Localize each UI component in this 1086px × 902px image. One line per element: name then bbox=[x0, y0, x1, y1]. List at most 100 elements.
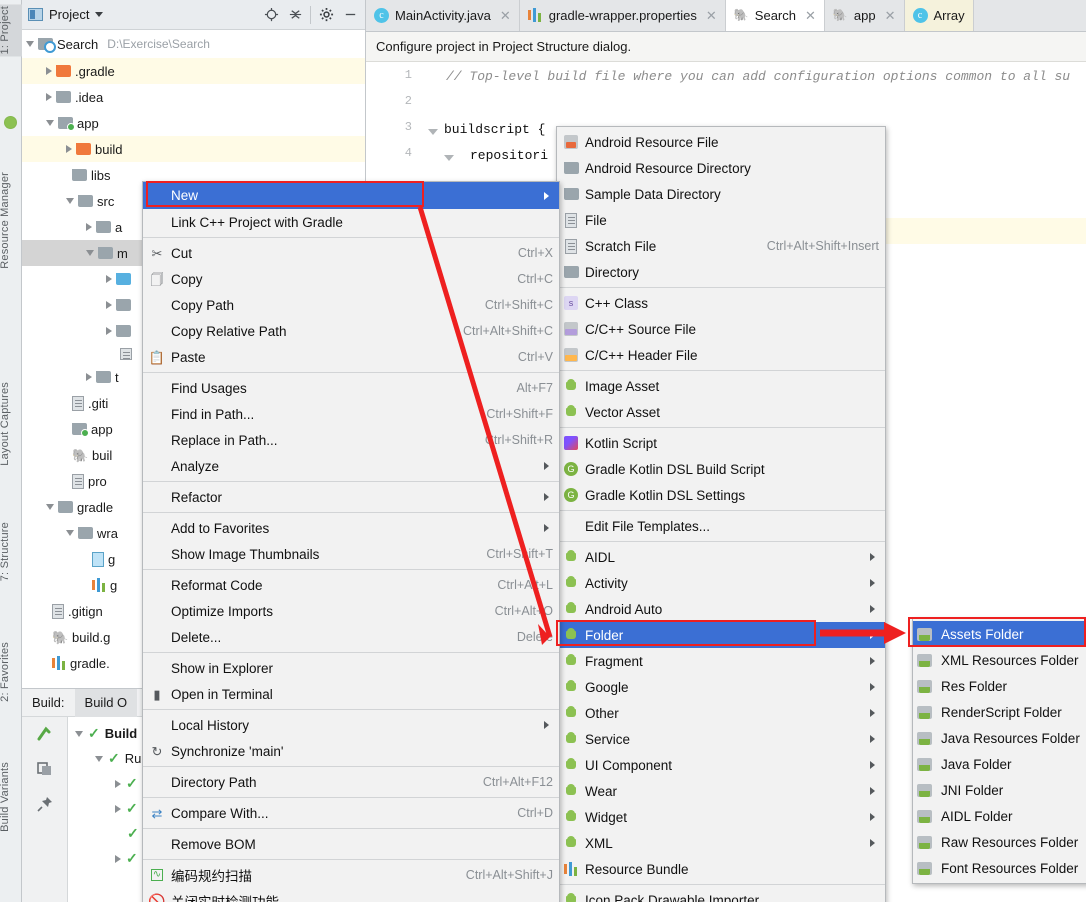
menu-item-wear[interactable]: Wear bbox=[557, 778, 885, 804]
menu-item-copy-relative-path[interactable]: Copy Relative Path Ctrl+Alt+Shift+C bbox=[143, 318, 559, 344]
menu-item-add-to-favorites[interactable]: Add to Favorites bbox=[143, 515, 559, 541]
menu-item-link-cpp-project-with-gradle[interactable]: Link C++ Project with Gradle bbox=[143, 209, 559, 235]
menu-item-aidl[interactable]: AIDL bbox=[557, 544, 885, 570]
menu-item-show-in-explorer[interactable]: Show in Explorer bbox=[143, 655, 559, 681]
gear-icon[interactable] bbox=[317, 6, 335, 24]
menu-item-cpp-source-file[interactable]: C/C++ Source File bbox=[557, 316, 885, 342]
menu-item-java-resources-folder[interactable]: Java Resources Folder bbox=[913, 725, 1086, 751]
menu-item-find-in-path[interactable]: Find in Path... Ctrl+Shift+F bbox=[143, 401, 559, 427]
chevron-right-icon[interactable] bbox=[115, 779, 121, 788]
chevron-right-icon[interactable] bbox=[86, 373, 92, 381]
menu-item-analyze[interactable]: Analyze bbox=[143, 453, 559, 479]
chevron-down-icon[interactable] bbox=[66, 530, 74, 536]
close-icon[interactable]: ✕ bbox=[500, 8, 511, 24]
minimize-icon[interactable] bbox=[341, 6, 359, 24]
tab-array[interactable]: Array bbox=[904, 0, 974, 31]
tool-window-button-project[interactable]: 1: Project bbox=[0, 4, 23, 57]
menu-item-renderscript-folder[interactable]: RenderScript Folder bbox=[913, 699, 1086, 725]
tree-node-app[interactable]: app bbox=[22, 110, 365, 136]
tree-node-gradle[interactable]: .gradle bbox=[22, 58, 365, 84]
menu-item-synchronize-main[interactable]: ↻ Synchronize 'main' bbox=[143, 738, 559, 764]
menu-item-cut[interactable]: ✂ Cut Ctrl+X bbox=[143, 240, 559, 266]
close-icon[interactable]: ✕ bbox=[885, 8, 896, 24]
menu-item-refactor[interactable]: Refactor bbox=[143, 484, 559, 510]
tab-search[interactable]: 🐘 Search ✕ bbox=[725, 0, 825, 31]
menu-item-remove-bom[interactable]: Remove BOM bbox=[143, 831, 559, 857]
tab-app[interactable]: 🐘 app ✕ bbox=[825, 0, 905, 31]
chevron-right-icon[interactable] bbox=[115, 804, 121, 813]
menu-item-directory[interactable]: Directory bbox=[557, 259, 885, 285]
tree-node-build[interactable]: build bbox=[22, 136, 365, 162]
chevron-right-icon[interactable] bbox=[86, 223, 92, 231]
chevron-down-icon[interactable] bbox=[95, 755, 103, 762]
menu-item-android-resource-directory[interactable]: Android Resource Directory bbox=[557, 155, 885, 181]
menu-item-service[interactable]: Service bbox=[557, 726, 885, 752]
menu-item-java-folder[interactable]: Java Folder bbox=[913, 751, 1086, 777]
menu-item-optimize-imports[interactable]: Optimize Imports Ctrl+Alt+O bbox=[143, 598, 559, 624]
menu-item-paste[interactable]: 📋 Paste Ctrl+V bbox=[143, 344, 559, 370]
menu-item-activity[interactable]: Activity bbox=[557, 570, 885, 596]
collapse-all-icon[interactable] bbox=[286, 6, 304, 24]
code-fold-icon[interactable] bbox=[444, 153, 455, 164]
menu-item-show-image-thumbnails[interactable]: Show Image Thumbnails Ctrl+Shift+T bbox=[143, 541, 559, 567]
menu-item-edit-file-templates[interactable]: Edit File Templates... bbox=[557, 513, 885, 539]
chevron-right-icon[interactable] bbox=[106, 301, 112, 309]
menu-item-fragment[interactable]: Fragment bbox=[557, 648, 885, 674]
menu-item-gradle-kotlin-dsl-settings[interactable]: Gradle Kotlin DSL Settings bbox=[557, 482, 885, 508]
menu-item-kotlin-script[interactable]: Kotlin Script bbox=[557, 430, 885, 456]
menu-item-find-usages[interactable]: Find Usages Alt+F7 bbox=[143, 375, 559, 401]
menu-item-cpp-class[interactable]: C++ Class bbox=[557, 290, 885, 316]
menu-item-jni-folder[interactable]: JNI Folder bbox=[913, 777, 1086, 803]
menu-item-open-in-terminal[interactable]: ▮ Open in Terminal bbox=[143, 681, 559, 707]
menu-item-assets-folder[interactable]: Assets Folder bbox=[913, 621, 1086, 647]
menu-item-copy[interactable]: 🗍 Copy Ctrl+C bbox=[143, 266, 559, 292]
close-icon[interactable]: ✕ bbox=[805, 8, 816, 24]
tool-window-button-favorites[interactable]: 2: Favorites bbox=[0, 640, 23, 704]
menu-item-other[interactable]: Other bbox=[557, 700, 885, 726]
menu-item-replace-in-path[interactable]: Replace in Path... Ctrl+Shift+R bbox=[143, 427, 559, 453]
menu-item-xml[interactable]: XML bbox=[557, 830, 885, 856]
menu-item-reformat-code[interactable]: Reformat Code Ctrl+Alt+L bbox=[143, 572, 559, 598]
menu-item-vector-asset[interactable]: Vector Asset bbox=[557, 399, 885, 425]
menu-item-copy-path[interactable]: Copy Path Ctrl+Shift+C bbox=[143, 292, 559, 318]
menu-item-android-resource-file[interactable]: Android Resource File bbox=[557, 129, 885, 155]
menu-item-aidl-folder[interactable]: AIDL Folder bbox=[913, 803, 1086, 829]
menu-item-sample-data-directory[interactable]: Sample Data Directory bbox=[557, 181, 885, 207]
pin-icon[interactable] bbox=[36, 795, 54, 816]
close-icon[interactable]: ✕ bbox=[706, 8, 717, 24]
chevron-right-icon[interactable] bbox=[46, 67, 52, 75]
chevron-down-icon[interactable] bbox=[75, 730, 83, 737]
tab-gradle-wrapper-properties[interactable]: gradle-wrapper.properties ✕ bbox=[520, 0, 726, 31]
menu-item-gradle-kotlin-dsl-build-script[interactable]: Gradle Kotlin DSL Build Script bbox=[557, 456, 885, 482]
menu-item-image-asset[interactable]: Image Asset bbox=[557, 373, 885, 399]
menu-item-ui-component[interactable]: UI Component bbox=[557, 752, 885, 778]
menu-item-folder[interactable]: Folder bbox=[557, 622, 885, 648]
chevron-right-icon[interactable] bbox=[106, 327, 112, 335]
menu-item-file[interactable]: File bbox=[557, 207, 885, 233]
tool-window-button-build-variants[interactable]: Build Variants bbox=[0, 760, 23, 834]
menu-item-xml-resources-folder[interactable]: XML Resources Folder bbox=[913, 647, 1086, 673]
menu-item-compare-with[interactable]: ⇄ Compare With... Ctrl+D bbox=[143, 800, 559, 826]
tab-mainactivity-java[interactable]: MainActivity.java ✕ bbox=[366, 0, 520, 31]
tree-node-search[interactable]: Search D:\Exercise\Search bbox=[22, 30, 365, 58]
chevron-down-icon[interactable] bbox=[46, 120, 54, 126]
chevron-right-icon[interactable] bbox=[106, 275, 112, 283]
chevron-right-icon[interactable] bbox=[66, 145, 72, 153]
menu-item-new[interactable]: New bbox=[143, 182, 559, 209]
chevron-right-icon[interactable] bbox=[46, 93, 52, 101]
code-fold-icon[interactable] bbox=[428, 127, 439, 138]
menu-item-raw-resources-folder[interactable]: Raw Resources Folder bbox=[913, 829, 1086, 855]
build-toggle-tasks-icon[interactable] bbox=[36, 760, 54, 781]
menu-item-android-auto[interactable]: Android Auto bbox=[557, 596, 885, 622]
build-output-tab[interactable]: Build O bbox=[74, 688, 138, 717]
chevron-down-icon[interactable] bbox=[95, 12, 104, 17]
build-restart-icon[interactable] bbox=[36, 725, 54, 746]
tool-window-button-structure[interactable]: 7: Structure bbox=[0, 520, 23, 583]
menu-item-icon-pack-drawable-importer[interactable]: Icon Pack Drawable Importer bbox=[557, 887, 885, 902]
menu-item-scratch-file[interactable]: Scratch File Ctrl+Alt+Shift+Insert bbox=[557, 233, 885, 259]
menu-item-widget[interactable]: Widget bbox=[557, 804, 885, 830]
locate-icon[interactable] bbox=[262, 6, 280, 24]
menu-item-font-resources-folder[interactable]: Font Resources Folder bbox=[913, 855, 1086, 881]
menu-item-cpp-header-file[interactable]: C/C++ Header File bbox=[557, 342, 885, 368]
menu-item-resource-bundle[interactable]: Resource Bundle bbox=[557, 856, 885, 882]
